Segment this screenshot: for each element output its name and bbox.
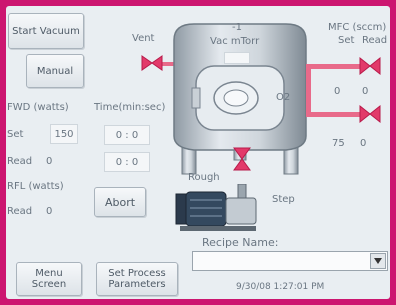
rough-pump-icon <box>175 184 257 231</box>
abort-button[interactable]: Abort <box>94 187 146 217</box>
rough-label: Rough <box>188 172 220 183</box>
fwd-read-label: Read <box>7 156 33 167</box>
mfc1-read-value: 0 <box>362 86 369 97</box>
gas-line-vertical <box>306 64 311 116</box>
vent-label: Vent <box>132 33 155 44</box>
time-set-field[interactable]: 0 : 0 <box>104 125 150 145</box>
rough-valve-icon[interactable] <box>232 146 252 172</box>
hmi-screen: Start Vacuum Manual FWD (watts) Time(min… <box>6 6 390 299</box>
mfc-header-label: MFC (sccm) <box>328 22 387 33</box>
chevron-down-icon <box>374 258 382 264</box>
fwd-set-field[interactable]: 150 <box>50 124 78 144</box>
vac-mtorr-label: Vac mTorr <box>210 36 260 47</box>
vac-pressure-value: -1 <box>232 22 242 33</box>
time-read-field: 0 : 0 <box>104 152 150 172</box>
gas-line-upper <box>306 64 364 69</box>
mfc2-valve-icon[interactable] <box>358 104 382 124</box>
recipe-name-label: Recipe Name: <box>202 236 279 249</box>
step-label: Step <box>272 194 295 205</box>
vac-pressure-field <box>224 52 250 64</box>
dropdown-arrow-button[interactable] <box>370 253 386 269</box>
start-vacuum-button[interactable]: Start Vacuum <box>8 13 84 49</box>
time-label: Time(min:sec) <box>94 102 166 113</box>
mfc2-set-value: 75 <box>332 138 345 149</box>
o2-label: O2 <box>276 92 291 103</box>
mfc1-valve-icon[interactable] <box>358 56 382 76</box>
rfl-watts-label: RFL (watts) <box>7 181 64 192</box>
menu-screen-button[interactable]: Menu Screen <box>16 262 82 296</box>
mfc-set-label: Set <box>338 35 355 46</box>
gas-line-lower <box>306 112 364 117</box>
mfc-read-label: Read <box>362 35 388 46</box>
set-process-parameters-button[interactable]: Set Process Parameters <box>96 262 178 296</box>
rfl-read-value: 0 <box>46 206 53 217</box>
vent-valve-icon[interactable] <box>140 54 164 72</box>
timestamp: 9/30/08 1:27:01 PM <box>236 282 325 292</box>
recipe-name-dropdown[interactable] <box>192 251 388 271</box>
fwd-watts-label: FWD (watts) <box>7 102 69 113</box>
fwd-set-label: Set <box>7 129 24 140</box>
mfc1-set-value: 0 <box>334 86 341 97</box>
mfc2-read-value: 0 <box>360 138 367 149</box>
fwd-read-value: 0 <box>46 156 53 167</box>
manual-button[interactable]: Manual <box>26 54 84 88</box>
rfl-read-label: Read <box>7 206 33 217</box>
